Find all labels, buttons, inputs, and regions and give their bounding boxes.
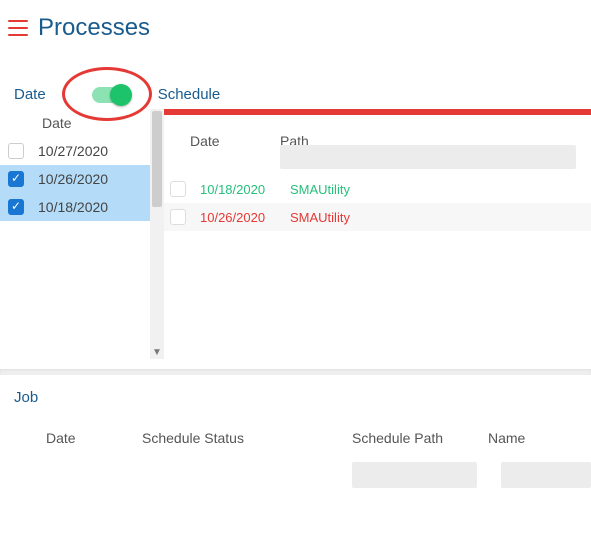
path-filter-input[interactable]: [280, 145, 576, 169]
row-path: SMAUtility: [290, 210, 350, 225]
date-row[interactable]: 10/18/2020: [0, 193, 150, 221]
job-header-name[interactable]: Name: [488, 430, 568, 446]
job-header-status[interactable]: Schedule Status: [142, 430, 352, 446]
date-value: 10/18/2020: [38, 199, 108, 215]
date-value: 10/27/2020: [38, 143, 108, 159]
left-date-header: Date: [0, 109, 150, 137]
menu-icon[interactable]: [8, 20, 28, 36]
schedule-path-filter-input[interactable]: [352, 462, 477, 488]
job-header-date[interactable]: Date: [46, 430, 142, 446]
row-date: 10/18/2020: [200, 182, 290, 197]
date-list: 10/27/2020 10/26/2020 10/18/2020: [0, 137, 150, 221]
row-checkbox[interactable]: [170, 209, 186, 225]
mode-date-label: Date: [14, 86, 46, 103]
mode-schedule-label: Schedule: [158, 86, 221, 103]
row-checkbox[interactable]: [170, 181, 186, 197]
date-schedule-toggle[interactable]: [92, 87, 130, 103]
job-header-path[interactable]: Schedule Path: [352, 430, 488, 446]
date-checkbox[interactable]: [8, 143, 24, 159]
date-row[interactable]: 10/26/2020: [0, 165, 150, 193]
scrollbar[interactable]: ▲ ▼: [150, 109, 164, 359]
grid-row[interactable]: 10/18/2020 SMAUtility: [164, 175, 591, 203]
toggle-knob: [110, 84, 132, 106]
scroll-thumb[interactable]: [152, 111, 162, 207]
row-path: SMAUtility: [290, 182, 350, 197]
name-filter-input[interactable]: [501, 462, 591, 488]
job-section-title: Job: [14, 389, 591, 406]
scroll-down-icon[interactable]: ▼: [150, 345, 164, 359]
date-checkbox[interactable]: [8, 171, 24, 187]
row-date: 10/26/2020: [200, 210, 290, 225]
date-checkbox[interactable]: [8, 199, 24, 215]
page-title: Processes: [38, 14, 150, 42]
grid-header-date[interactable]: Date: [190, 133, 280, 149]
grid-row[interactable]: 10/26/2020 SMAUtility: [164, 203, 591, 231]
date-value: 10/26/2020: [38, 171, 108, 187]
date-row[interactable]: 10/27/2020: [0, 137, 150, 165]
